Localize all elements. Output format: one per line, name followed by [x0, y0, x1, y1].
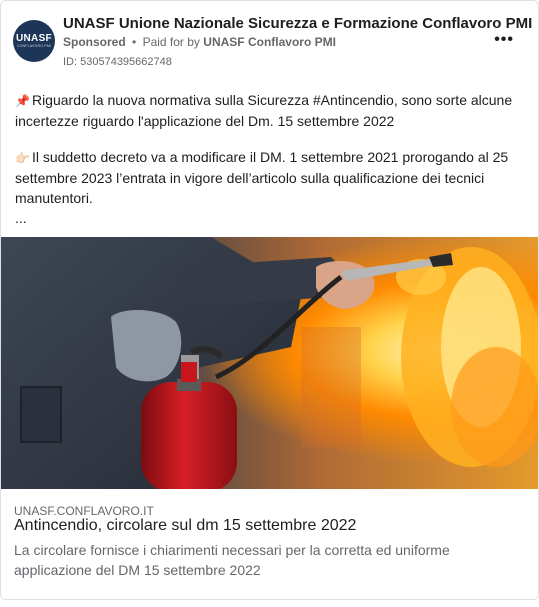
ad-id: ID: 530574395662748	[63, 56, 172, 68]
link-title[interactable]: Antincendio, circolare sul dm 15 settemb…	[14, 517, 356, 535]
link-preview[interactable]: UNASF.CONFLAVORO.IT Antincendio, circola…	[1, 489, 538, 599]
post-paragraph-2-text: Il suddetto decreto va a modificare il D…	[15, 149, 509, 206]
post-paragraph-1-text: Riguardo la nuova normativa sulla Sicure…	[15, 92, 513, 129]
avatar-logo-text: UNASF	[16, 32, 52, 44]
more-options-icon[interactable]: •••	[494, 31, 514, 49]
paid-for-by-name: UNASF Conflavoro PMI	[203, 35, 336, 49]
pointing-hand-icon: 👉🏻	[15, 151, 30, 165]
post-meta: Sponsored • Paid for by UNASF Conflavoro…	[63, 35, 336, 49]
pushpin-icon: 📌	[15, 94, 30, 108]
meta-separator: •	[132, 35, 137, 49]
sponsored-post-card: UNASF CONFLAVORO PMI UNASF Unione Nazion…	[0, 0, 539, 600]
see-more-ellipsis[interactable]: ...	[15, 211, 527, 225]
avatar-logo-subtext: CONFLAVORO PMI	[16, 43, 52, 48]
link-domain: UNASF.CONFLAVORO.IT	[14, 504, 154, 518]
page-name-link[interactable]: UNASF Unione Nazionale Sicurezza e Forma…	[63, 15, 532, 32]
avatar[interactable]: UNASF CONFLAVORO PMI	[13, 20, 55, 62]
post-image[interactable]	[1, 237, 538, 489]
post-header: UNASF CONFLAVORO PMI UNASF Unione Nazion…	[1, 1, 538, 73]
link-description: La circolare fornisce i chiarimenti nece…	[14, 542, 450, 578]
post-paragraph-2: 👉🏻 Il suddetto decreto va a modificare il…	[15, 147, 527, 208]
paid-for-prefix: Paid for by	[142, 35, 200, 49]
fire-extinguisher-photo	[1, 237, 538, 489]
post-paragraph-1: 📌 Riguardo la nuova normativa sulla Sicur…	[15, 90, 527, 131]
post-body: 📌 Riguardo la nuova normativa sulla Sicur…	[15, 90, 527, 225]
sponsored-label: Sponsored	[63, 35, 126, 49]
